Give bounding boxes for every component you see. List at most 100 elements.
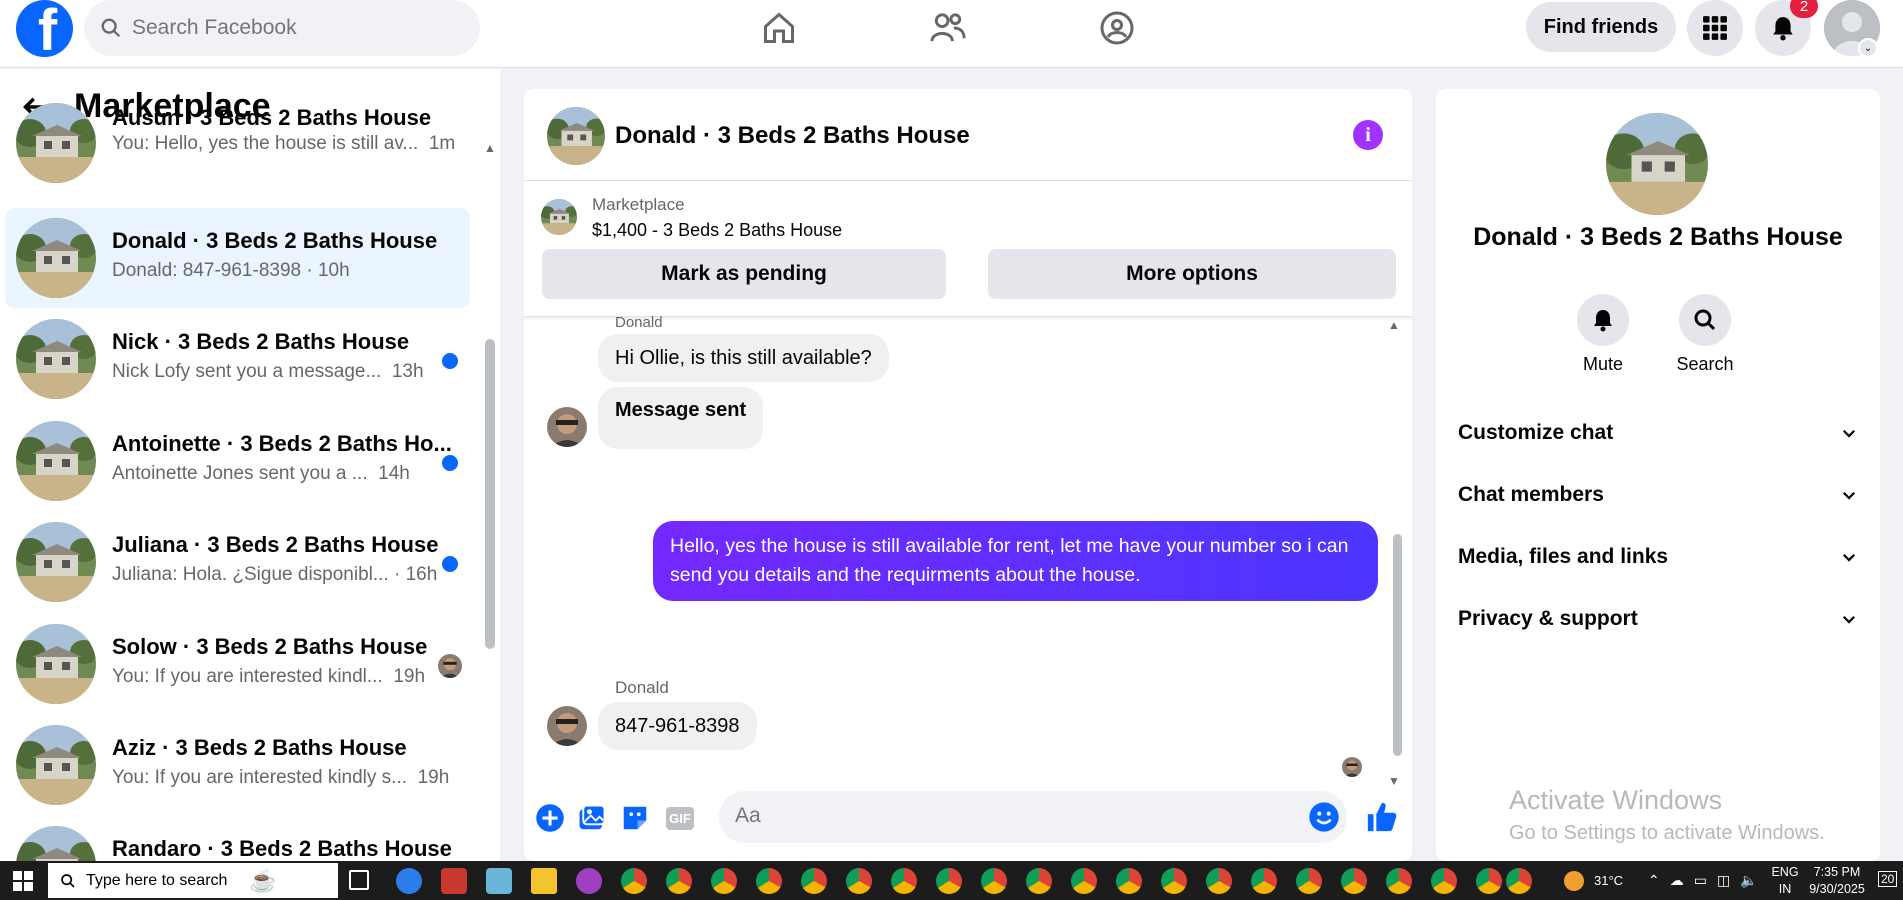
sticker-button[interactable] xyxy=(619,802,651,834)
chrome-icon[interactable] xyxy=(936,868,962,894)
message-input-wrapper[interactable] xyxy=(719,791,1347,843)
chrome-icon[interactable] xyxy=(1506,868,1532,894)
groups-nav-button[interactable] xyxy=(1092,8,1142,48)
customize-chat-section[interactable]: Customize chat xyxy=(1458,413,1858,453)
sidebar-scrollbar[interactable] xyxy=(485,339,495,649)
chrome-icon[interactable] xyxy=(1026,868,1052,894)
chat-title[interactable]: Donald · 3 Beds 2 Baths House xyxy=(615,122,970,150)
seen-avatar xyxy=(1342,757,1362,777)
facebook-logo[interactable]: f xyxy=(16,0,73,57)
sender-avatar[interactable] xyxy=(547,706,587,746)
search-bar[interactable] xyxy=(84,0,480,56)
conversation-item-active[interactable]: Donald · 3 Beds 2 Baths House Donald: 84… xyxy=(5,208,470,308)
scroll-up-arrow-icon[interactable]: ▲ xyxy=(484,141,496,155)
friends-nav-button[interactable] xyxy=(923,8,973,48)
conversation-item[interactable]: Antoinette · 3 Beds 2 Baths Ho... Antoin… xyxy=(5,411,470,511)
chrome-icon[interactable] xyxy=(1341,868,1367,894)
chrome-icon[interactable] xyxy=(1476,868,1502,894)
tray-icons[interactable]: ⌃ ☁ ▭ ◫ 🔈 xyxy=(1648,861,1758,900)
chrome-icon[interactable] xyxy=(1071,868,1097,894)
seen-avatar xyxy=(438,654,462,678)
mark-as-pending-button[interactable]: Mark as pending xyxy=(542,249,946,299)
taskbar-app-icon[interactable] xyxy=(486,868,512,894)
chrome-icon[interactable] xyxy=(666,868,692,894)
incoming-message: Hi Ollie, is this still available? xyxy=(598,334,889,382)
weather-icon xyxy=(1564,870,1584,891)
section-label: Chat members xyxy=(1458,483,1604,506)
conversation-item[interactable]: Juliana · 3 Beds 2 Baths House Juliana: … xyxy=(5,512,470,612)
conversation-preview: Nick Lofy sent you a message... 13h xyxy=(112,361,424,382)
notification-center-button[interactable]: 20 xyxy=(1878,871,1898,887)
listing-price[interactable]: $1,400 - 3 Beds 2 Baths House xyxy=(592,220,842,241)
display-icon[interactable]: ▭ xyxy=(1694,872,1707,889)
like-button[interactable] xyxy=(1364,799,1400,835)
chrome-icon[interactable] xyxy=(1161,868,1187,894)
menu-button[interactable] xyxy=(1687,0,1743,56)
search-in-chat-button[interactable]: Search xyxy=(1665,294,1745,375)
more-actions-button[interactable] xyxy=(534,802,566,834)
chrome-icon[interactable] xyxy=(1251,868,1277,894)
task-view-icon[interactable] xyxy=(349,870,369,890)
account-caret-icon[interactable]: ⌄ xyxy=(1858,38,1878,58)
chrome-icon[interactable] xyxy=(801,868,827,894)
incoming-message: Message sent xyxy=(598,387,764,449)
chrome-icon[interactable] xyxy=(1431,868,1457,894)
network-icon[interactable]: ☁ xyxy=(1670,872,1684,889)
notification-center-count: 20 xyxy=(1881,872,1895,886)
language-indicator[interactable]: ENG IN xyxy=(1770,864,1800,898)
file-explorer-icon[interactable] xyxy=(531,868,557,894)
chrome-icon[interactable] xyxy=(891,868,917,894)
mute-button[interactable]: Mute xyxy=(1563,294,1643,375)
section-label: Privacy & support xyxy=(1458,607,1638,630)
taskbar-app-icon[interactable] xyxy=(396,868,422,894)
find-friends-button[interactable]: Find friends xyxy=(1526,2,1676,52)
chat-members-section[interactable]: Chat members xyxy=(1458,475,1858,515)
scroll-up-arrow-icon[interactable]: ▲ xyxy=(1388,318,1400,332)
chrome-icon[interactable] xyxy=(756,868,782,894)
info-icon[interactable]: i xyxy=(1353,120,1383,150)
taskbar-search-placeholder: Type here to search xyxy=(86,871,228,889)
search-input[interactable] xyxy=(132,16,452,40)
chrome-icon[interactable] xyxy=(711,868,737,894)
conversation-item[interactable]: Nick · 3 Beds 2 Baths House Nick Lofy se… xyxy=(5,309,470,409)
taskbar-app-icon[interactable] xyxy=(441,868,467,894)
chat-scrollbar[interactable] xyxy=(1393,534,1402,756)
weather-widget[interactable]: 31°C xyxy=(1564,861,1623,900)
conversation-item[interactable]: Ausun · 3 Beds 2 Baths House You: Hello,… xyxy=(5,105,470,195)
messenger-app-icon[interactable] xyxy=(576,868,602,894)
chrome-icon[interactable] xyxy=(1296,868,1322,894)
chrome-icon[interactable] xyxy=(1206,868,1232,894)
conversation-item[interactable]: Solow · 3 Beds 2 Baths House You: If you… xyxy=(5,614,470,714)
chrome-icon[interactable] xyxy=(981,868,1007,894)
chrome-icon[interactable] xyxy=(1116,868,1142,894)
volume-icon[interactable]: 🔈 xyxy=(1740,872,1757,889)
attach-photo-button[interactable] xyxy=(576,802,608,834)
scroll-down-arrow-icon[interactable]: ▼ xyxy=(1388,774,1400,788)
home-nav-button[interactable] xyxy=(754,8,804,48)
conversation-preview: You: Hello, yes the house is still av...… xyxy=(112,133,456,154)
conversation-item[interactable]: Aziz · 3 Beds 2 Baths House You: If you … xyxy=(5,715,470,815)
chrome-icon[interactable] xyxy=(846,868,872,894)
chrome-icon[interactable] xyxy=(621,868,647,894)
windows-taskbar: Type here to search ☕ 31°C ⌃ ☁ ▭ ◫ 🔈 ENG… xyxy=(0,861,1903,900)
wifi-icon[interactable]: ◫ xyxy=(1717,872,1730,889)
listing-photo[interactable] xyxy=(1606,113,1708,215)
privacy-support-section[interactable]: Privacy & support xyxy=(1458,599,1858,639)
media-files-links-section[interactable]: Media, files and links xyxy=(1458,537,1858,577)
system-clock[interactable]: 7:35 PM 9/30/2025 xyxy=(1802,864,1872,898)
more-options-button[interactable]: More options xyxy=(988,249,1396,299)
message-input[interactable] xyxy=(735,804,1295,828)
unread-indicator xyxy=(442,455,458,471)
listing-thumbnail xyxy=(16,421,96,501)
conversation-item[interactable]: Randaro · 3 Beds 2 Baths House xyxy=(5,816,470,861)
chevron-up-icon[interactable]: ⌃ xyxy=(1648,872,1660,889)
start-button[interactable] xyxy=(0,861,46,900)
chat-thumbnail[interactable] xyxy=(547,107,605,165)
taskbar-search[interactable]: Type here to search ☕ xyxy=(48,863,338,898)
chrome-icon[interactable] xyxy=(1386,868,1412,894)
listing-thumbnail xyxy=(16,826,96,861)
gif-button[interactable]: GIF xyxy=(664,802,696,834)
emoji-icon[interactable] xyxy=(1308,801,1340,833)
conversation-title: Randaro · 3 Beds 2 Baths House xyxy=(112,836,452,861)
sender-avatar[interactable] xyxy=(547,407,587,447)
